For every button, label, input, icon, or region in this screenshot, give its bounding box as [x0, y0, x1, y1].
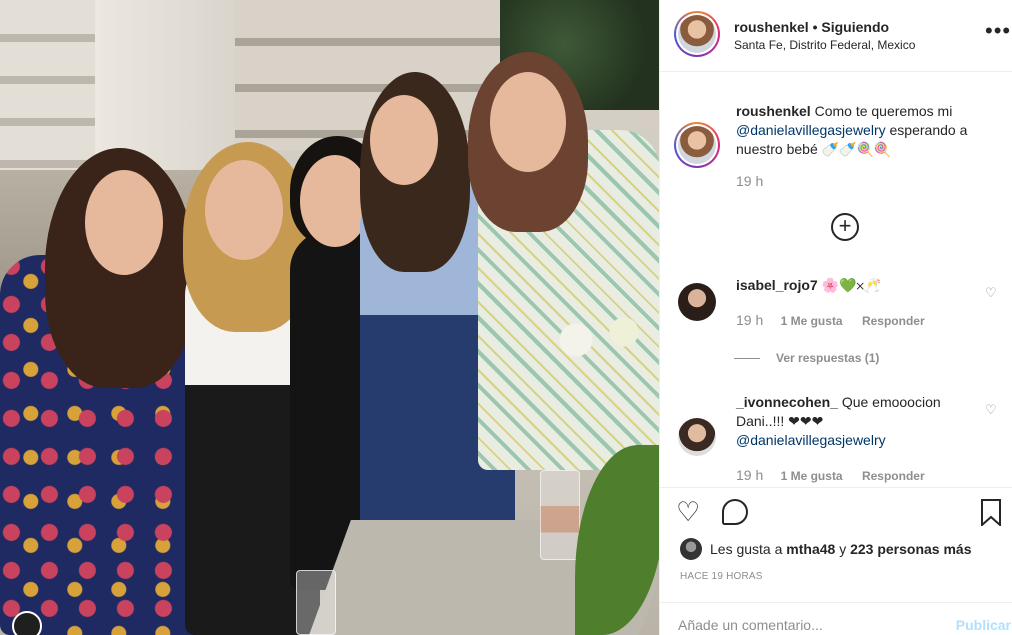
publish-button[interactable]: Publicar — [956, 617, 1011, 633]
post-header: roushenkel • Siguiendo Santa Fe, Distrit… — [660, 0, 1012, 72]
caption-body: Como te queremos mi — [814, 103, 953, 119]
caption-avatar[interactable] — [674, 122, 720, 168]
comment-time: 19 h — [736, 312, 764, 328]
post-actions: ♡ Les gusta a mtha48 y 223 personas más … — [660, 487, 1012, 602]
location-link[interactable]: Santa Fe, Distrito Federal, Mexico — [734, 38, 915, 52]
liker-username[interactable]: mtha48 — [786, 541, 835, 557]
caption-time: 19 h — [736, 173, 764, 189]
heart-icon[interactable]: ♡ — [676, 498, 706, 528]
view-replies-label: Ver respuestas (1) — [776, 351, 880, 365]
author-avatar[interactable] — [674, 11, 720, 57]
orchid-flowers — [540, 300, 659, 380]
likes-middle: y — [839, 541, 847, 557]
comment-likes-button[interactable]: 1 Me gusta — [781, 469, 843, 483]
caption-text: roushenkel Como te queremos mi @danielav… — [736, 102, 998, 159]
comment-body: 🌸💚𐄂🥂 — [821, 277, 882, 293]
bookmark-icon[interactable] — [981, 499, 1001, 526]
tagged-user-icon[interactable] — [12, 611, 42, 635]
likes-summary[interactable]: Les gusta a mtha48 y 223 personas más — [710, 541, 972, 557]
comment-like-heart-icon[interactable]: ♡ — [985, 402, 999, 417]
plus-circle-icon[interactable]: + — [831, 213, 859, 241]
comment-text: _ivonnecohen_ Que emooocion Dani..!!! ❤❤… — [736, 393, 976, 450]
comment-meta: 19 h 1 Me gusta Responder — [736, 312, 941, 328]
divider-line — [734, 358, 760, 360]
author-line: roushenkel • Siguiendo — [734, 19, 889, 35]
comments-section[interactable]: roushenkel Como te queremos mi @danielav… — [660, 72, 1012, 487]
commenter-avatar[interactable] — [678, 283, 716, 321]
comment-like-heart-icon[interactable]: ♡ — [985, 285, 999, 300]
likes-prefix: Les gusta a — [710, 541, 783, 557]
likes-count[interactable]: 223 personas más — [850, 541, 971, 557]
comment-username[interactable]: _ivonnecohen_ — [736, 394, 838, 410]
reply-button[interactable]: Responder — [862, 314, 925, 328]
post-timestamp[interactable]: HACE 19 HORAS — [680, 571, 763, 582]
commenter-avatar[interactable] — [678, 418, 716, 456]
comment-icon[interactable] — [722, 499, 748, 525]
view-replies-button[interactable]: Ver respuestas (1) — [734, 351, 879, 365]
liker-avatar[interactable] — [680, 538, 702, 560]
comment-likes-button[interactable]: 1 Me gusta — [781, 314, 843, 328]
comment-time: 19 h — [736, 467, 764, 483]
post-details-panel: roushenkel • Siguiendo Santa Fe, Distrit… — [659, 0, 1012, 635]
caption-mention[interactable]: @danielavillegasjewelry — [736, 122, 886, 138]
author-avatar-image — [678, 15, 716, 53]
comment-meta: 19 h 1 Me gusta Responder — [736, 467, 941, 483]
ellipsis-icon[interactable]: ••• — [985, 20, 1010, 42]
wine-glass — [540, 470, 580, 560]
author-username-link[interactable]: roushenkel — [734, 19, 809, 35]
caption-username[interactable]: roushenkel — [736, 103, 811, 119]
post-photo[interactable] — [0, 0, 659, 635]
reply-button[interactable]: Responder — [862, 469, 925, 483]
comment-input[interactable] — [678, 615, 928, 635]
comment-mention[interactable]: @danielavillegasjewelry — [736, 432, 886, 448]
follow-status[interactable]: • Siguiendo — [813, 19, 889, 35]
comment-username[interactable]: isabel_rojo7 — [736, 277, 818, 293]
comment-text: isabel_rojo7 🌸💚𐄂🥂 — [736, 276, 976, 295]
add-comment-bar: Publicar — [660, 602, 1012, 635]
water-glass — [296, 570, 336, 635]
